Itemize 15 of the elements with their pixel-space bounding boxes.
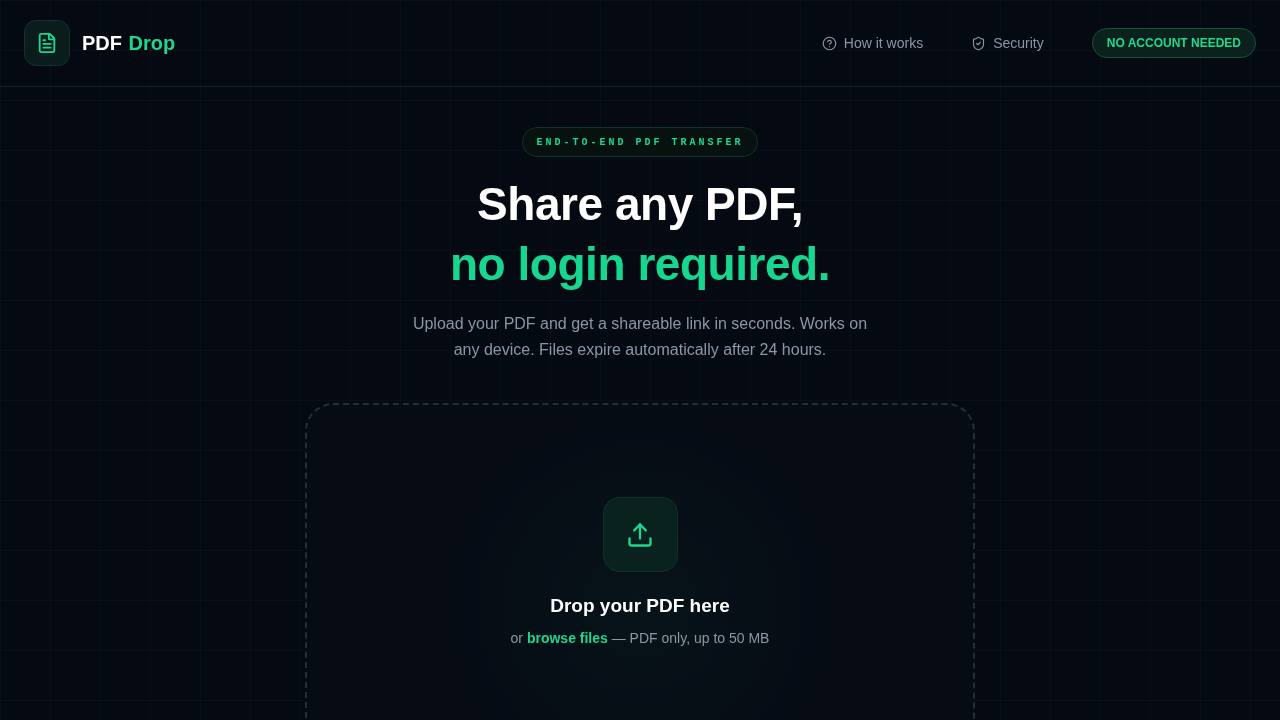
drop-hint: or browse files — PDF only, up to 50 MB <box>510 629 770 648</box>
hero-heading: Share any PDF, no login required. <box>449 177 831 292</box>
status-badge: NO ACCOUNT NEEDED <box>1091 28 1256 58</box>
shield-check-icon <box>971 35 987 51</box>
brand-name: PDF Drop <box>82 33 176 53</box>
nav-link[interactable]: How it works <box>821 32 924 54</box>
drop-zone[interactable]: Drop your PDF here or browse files — PDF only, up to 50 MB <box>305 403 975 720</box>
hero-description: Upload your PDF and get a shareable link in seconds. Works on any device. Files expire automatically after 24 hours. <box>411 314 869 360</box>
nav-link[interactable]: Security <box>971 32 1044 54</box>
eyebrow-label: END-TO-END PDF TRANSFER <box>522 127 758 157</box>
help-icon <box>821 35 837 51</box>
browse-files-link[interactable]: browse files <box>526 630 608 646</box>
document-icon <box>24 20 70 66</box>
upload-icon <box>602 497 678 572</box>
drop-title: Drop your PDF here <box>550 594 730 618</box>
